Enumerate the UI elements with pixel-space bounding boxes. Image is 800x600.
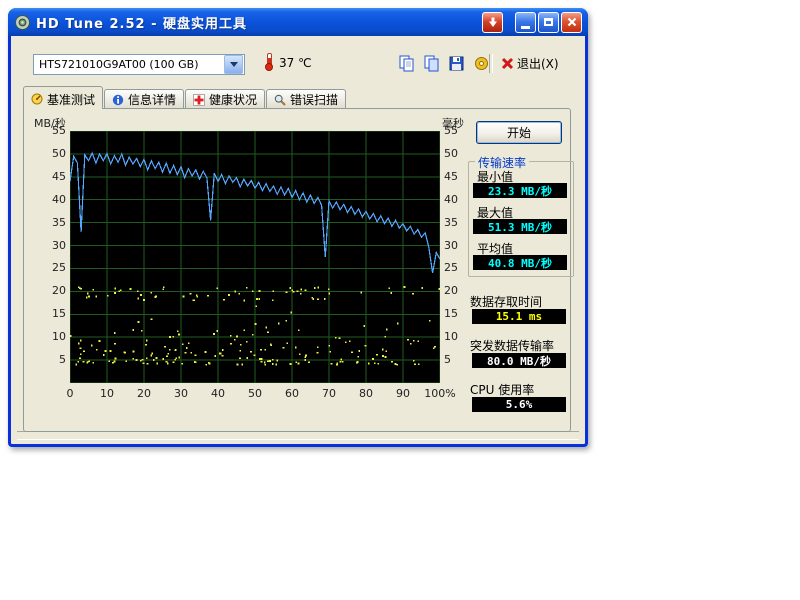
copy-image-button[interactable] xyxy=(420,53,443,74)
toolbar-separator xyxy=(489,54,493,73)
maximize-icon xyxy=(544,18,553,26)
exit-button[interactable]: 退出(X) xyxy=(497,53,563,74)
y-tick-right: 30 xyxy=(444,239,474,252)
tray-arrow-icon xyxy=(488,17,498,28)
app-icon xyxy=(14,14,31,31)
start-button[interactable]: 开始 xyxy=(476,121,562,144)
gauge-icon xyxy=(31,93,43,105)
save-icon xyxy=(448,55,465,72)
drive-select-value: HTS721010G9AT00 (100 GB) xyxy=(34,58,223,71)
y-tick-left: 25 xyxy=(26,261,66,274)
status-bar xyxy=(17,431,579,440)
options-icon xyxy=(473,55,490,72)
y-tick-right: 35 xyxy=(444,216,474,229)
temperature-value: 37 ℃ xyxy=(279,56,312,70)
burst-rate-label: 突发数据传输率 xyxy=(470,337,554,354)
y-tick-left: 45 xyxy=(26,170,66,183)
x-tick: 0 xyxy=(54,387,86,400)
info-icon xyxy=(112,94,124,106)
x-tick: 80 xyxy=(350,387,382,400)
y-tick-left: 40 xyxy=(26,193,66,206)
tray-arrow-button[interactable] xyxy=(482,12,503,33)
save-screenshot-button[interactable] xyxy=(445,53,468,74)
dropdown-arrow-icon[interactable] xyxy=(224,55,243,74)
y-tick-left: 15 xyxy=(26,307,66,320)
y-tick-right: 5 xyxy=(444,353,474,366)
x-tick: 70 xyxy=(313,387,345,400)
thermometer-icon xyxy=(265,53,272,71)
tab-benchmark[interactable]: 基准测试 xyxy=(23,86,103,109)
y-tick-left: 5 xyxy=(26,353,66,366)
x-tick: 40 xyxy=(202,387,234,400)
tab-health-label: 健康状况 xyxy=(209,91,257,108)
tab-error-scan[interactable]: 错误扫描 xyxy=(266,89,346,108)
y-tick-right: 45 xyxy=(444,170,474,183)
benchmark-tab-panel: MB/秒 毫秒 开始 传输速率 最小值 23.3 MB/秒 最大值 51.3 M… xyxy=(23,108,571,432)
access-time-value: 15.1 ms xyxy=(472,309,566,324)
x-tick: 30 xyxy=(165,387,197,400)
y-tick-left: 10 xyxy=(26,330,66,343)
tab-strip: 基准测试 信息详情 健康状况 错误扫描 xyxy=(23,86,347,108)
x-tick: 60 xyxy=(276,387,308,400)
x-tick: 20 xyxy=(128,387,160,400)
copy-text-icon xyxy=(398,55,415,72)
y-tick-right: 15 xyxy=(444,307,474,320)
access-time-label: 数据存取时间 xyxy=(470,293,542,310)
copy-text-button[interactable] xyxy=(395,53,418,74)
exit-x-icon xyxy=(501,57,514,70)
close-icon xyxy=(567,17,577,27)
health-cross-icon xyxy=(193,94,205,106)
titlebar[interactable]: HD Tune 2.52 - 硬盘实用工具 xyxy=(8,8,588,36)
y-tick-right: 25 xyxy=(444,261,474,274)
y-tick-left: 20 xyxy=(26,284,66,297)
maximize-button[interactable] xyxy=(538,12,559,33)
copy-image-icon xyxy=(423,55,440,72)
transfer-rate-group: 传输速率 最小值 23.3 MB/秒 最大值 51.3 MB/秒 平均值 40.… xyxy=(468,161,574,277)
tab-benchmark-label: 基准测试 xyxy=(47,91,95,108)
exit-label: 退出(X) xyxy=(517,55,559,72)
avg-value: 40.8 MB/秒 xyxy=(473,255,567,270)
min-value: 23.3 MB/秒 xyxy=(473,183,567,198)
tab-error-scan-label: 错误扫描 xyxy=(290,91,338,108)
window-title: HD Tune 2.52 - 硬盘实用工具 xyxy=(36,13,480,32)
cpu-usage-value: 5.6% xyxy=(472,397,566,412)
y-tick-left: 55 xyxy=(26,124,66,137)
x-tick: 50 xyxy=(239,387,271,400)
drive-select[interactable]: HTS721010G9AT00 (100 GB) xyxy=(33,54,245,75)
y-tick-right: 55 xyxy=(444,124,474,137)
minimize-icon xyxy=(521,26,530,29)
y-tick-right: 10 xyxy=(444,330,474,343)
tab-info-label: 信息详情 xyxy=(128,91,176,108)
benchmark-chart xyxy=(70,131,440,383)
cpu-usage-label: CPU 使用率 xyxy=(470,381,534,398)
close-button[interactable] xyxy=(561,12,582,33)
y-tick-left: 35 xyxy=(26,216,66,229)
magnifier-icon xyxy=(274,94,286,106)
minimize-button[interactable] xyxy=(515,12,536,33)
max-value: 51.3 MB/秒 xyxy=(473,219,567,234)
y-tick-right: 20 xyxy=(444,284,474,297)
x-tick: 10 xyxy=(91,387,123,400)
y-tick-left: 50 xyxy=(26,147,66,160)
burst-rate-value: 80.0 MB/秒 xyxy=(472,353,566,368)
tab-health[interactable]: 健康状况 xyxy=(185,89,265,108)
y-tick-right: 40 xyxy=(444,193,474,206)
hdtune-window: HD Tune 2.52 - 硬盘实用工具 HTS721010G9AT00 (1… xyxy=(8,8,588,447)
tab-info[interactable]: 信息详情 xyxy=(104,89,184,108)
x-tick: 100% xyxy=(424,387,456,400)
y-tick-right: 50 xyxy=(444,147,474,160)
y-tick-left: 30 xyxy=(26,239,66,252)
x-tick: 90 xyxy=(387,387,419,400)
